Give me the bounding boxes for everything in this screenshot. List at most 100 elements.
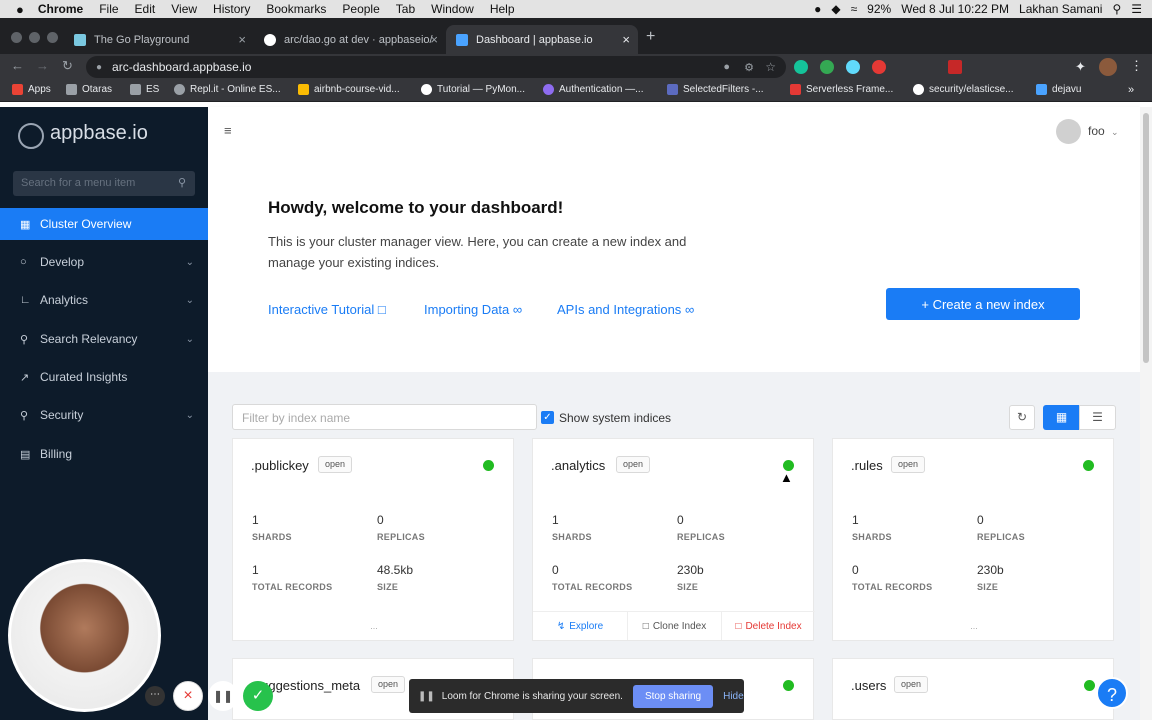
menu-tab[interactable]: Tab: [396, 2, 415, 16]
webcam-bubble[interactable]: [8, 559, 161, 712]
mic-icon[interactable]: ●: [723, 61, 730, 73]
explore-button[interactable]: ↯ Explore: [533, 611, 627, 640]
close-tab-icon[interactable]: ×: [238, 32, 246, 47]
clock-text[interactable]: Wed 8 Jul 10:22 PM: [901, 2, 1009, 16]
list-view-button[interactable]: ☰: [1079, 405, 1116, 430]
menu-edit[interactable]: Edit: [135, 2, 156, 16]
delete-index-button[interactable]: □ Delete Index: [721, 611, 815, 640]
index-card-analytics[interactable]: .analytics open 1 SHARDS 0 REPLICAS 0 TO…: [532, 438, 815, 641]
menu-window[interactable]: Window: [431, 2, 474, 16]
adblock-icon[interactable]: [948, 60, 962, 74]
stop-sharing-button[interactable]: Stop sharing: [632, 684, 714, 708]
sidebar-item-cluster-overview[interactable]: ▦ Cluster Overview: [0, 208, 208, 240]
reload-icon[interactable]: ↻: [62, 58, 73, 74]
help-button[interactable]: ?: [1096, 677, 1128, 709]
sidebar-item-billing[interactable]: ▤ Billing: [0, 438, 208, 470]
sidebar-item-develop[interactable]: ○ Develop ⌄: [0, 246, 208, 278]
grid-view-button[interactable]: ▦: [1043, 405, 1080, 430]
extensions-puzzle-icon[interactable]: ✦: [1075, 59, 1086, 75]
menu-bookmarks[interactable]: Bookmarks: [266, 2, 326, 16]
replicas-value: 0: [977, 513, 984, 527]
extension-icon[interactable]: [820, 60, 834, 74]
sidebar-item-search-relevancy[interactable]: ⚲ Search Relevancy ⌄: [0, 323, 208, 355]
more-bookmarks-icon[interactable]: »: [1128, 84, 1134, 96]
sidebar-item-security[interactable]: ⚲ Security ⌄: [0, 399, 208, 431]
loom-finish-icon[interactable]: ✓: [243, 681, 273, 711]
index-filter-input[interactable]: Filter by index name: [232, 404, 537, 430]
window-close-button[interactable]: [11, 32, 22, 43]
forward-icon[interactable]: →: [36, 58, 49, 73]
menu-people[interactable]: People: [342, 2, 379, 16]
window-zoom-button[interactable]: [47, 32, 58, 43]
apis-integrations-link[interactable]: APIs and Integrations ∞: [557, 302, 694, 317]
dropbox-icon[interactable]: ◆: [831, 2, 840, 16]
user-menu[interactable]: foo ⌄: [1088, 124, 1119, 138]
new-tab-button[interactable]: +: [646, 28, 655, 46]
user-name-text[interactable]: Lakhan Samani: [1019, 2, 1102, 16]
index-card-publickey[interactable]: .publickey open 1 SHARDS 0 REPLICAS 1 TO…: [232, 438, 514, 641]
scrollbar-thumb[interactable]: [1143, 113, 1149, 363]
bookmark-apps[interactable]: Apps: [12, 84, 51, 95]
wifi-icon[interactable]: ≈: [851, 2, 858, 16]
tab-github[interactable]: arc/dao.go at dev · appbaseio/ ×: [254, 25, 446, 54]
drag-handle-icon[interactable]: ❚❚: [418, 691, 435, 702]
bookmark-selectedfilters[interactable]: SelectedFilters -...: [667, 84, 764, 95]
loom-pause-icon[interactable]: ❚❚: [208, 681, 238, 711]
star-icon[interactable]: ☆: [765, 60, 776, 74]
close-tab-icon[interactable]: ×: [430, 32, 438, 47]
clone-index-button[interactable]: □ Clone Index: [627, 611, 721, 640]
refresh-button[interactable]: ↻: [1009, 405, 1035, 430]
search-icon: ⚲: [177, 177, 186, 189]
sidebar-item-analytics[interactable]: ∟ Analytics ⌄: [0, 284, 208, 316]
replicas-value: 0: [377, 513, 384, 527]
chrome-menu-icon[interactable]: ⋮: [1130, 58, 1143, 74]
bookmark-es[interactable]: ES: [130, 84, 159, 95]
bookmark-authentication[interactable]: Authentication —...: [543, 84, 644, 95]
hide-button[interactable]: Hide: [723, 691, 744, 702]
app-menu[interactable]: Chrome: [38, 2, 83, 16]
bookmark-airbnb[interactable]: airbnb-course-vid...: [298, 84, 400, 95]
grammarly-icon[interactable]: [794, 60, 808, 74]
bookmark-serverless[interactable]: Serverless Frame...: [790, 84, 893, 95]
sidebar-item-curated-insights[interactable]: ↗ Curated Insights: [0, 361, 208, 393]
back-icon[interactable]: ←: [11, 58, 24, 73]
loom-cancel-icon[interactable]: ×: [173, 681, 203, 711]
sidebar-search-input[interactable]: Search for a menu item ⚲: [13, 171, 195, 196]
records-label: TOTAL RECORDS: [852, 582, 933, 592]
create-index-button[interactable]: + Create a new index: [886, 288, 1080, 320]
menu-help[interactable]: Help: [490, 2, 515, 16]
index-name: .users: [851, 678, 887, 693]
index-card-users[interactable]: .users open: [832, 658, 1114, 720]
user-avatar[interactable]: [1056, 119, 1081, 144]
menu-file[interactable]: File: [99, 2, 118, 16]
bookmark-dejavu[interactable]: dejavu: [1036, 84, 1081, 95]
bookmark-replit[interactable]: Repl.it - Online ES...: [174, 84, 281, 95]
loom-more-icon[interactable]: ⋯: [145, 686, 165, 706]
bookmark-otaras[interactable]: Otaras: [66, 84, 112, 95]
menu-history[interactable]: History: [213, 2, 250, 16]
battery-text[interactable]: 92%: [867, 2, 891, 16]
tab-go-playground[interactable]: The Go Playground ×: [64, 25, 254, 54]
power-icon[interactable]: [872, 60, 886, 74]
close-tab-icon[interactable]: ×: [622, 32, 630, 47]
key-icon[interactable]: ⚙: [744, 61, 754, 74]
apple-menu-icon[interactable]: ●: [16, 2, 24, 17]
react-devtools-icon[interactable]: [846, 60, 860, 74]
menu-view[interactable]: View: [171, 2, 197, 16]
interactive-tutorial-link[interactable]: Interactive Tutorial □: [268, 302, 386, 317]
index-card-rules[interactable]: .rules open 1 SHARDS 0 REPLICAS 0 TOTAL …: [832, 438, 1114, 641]
tab-dashboard[interactable]: Dashboard | appbase.io ×: [446, 25, 638, 54]
window-minimize-button[interactable]: [29, 32, 40, 43]
importing-data-link[interactable]: Importing Data ∞: [424, 302, 522, 317]
control-center-icon[interactable]: ☰: [1131, 2, 1142, 16]
profile-avatar[interactable]: [1099, 58, 1117, 76]
microphone-icon[interactable]: ●: [814, 2, 821, 16]
bookmark-security[interactable]: security/elasticse...: [913, 84, 1013, 95]
menu-toggle-icon[interactable]: ≡: [224, 123, 232, 138]
page-scrollbar[interactable]: [1140, 107, 1152, 720]
system-indices-label: Show system indices: [559, 411, 672, 425]
system-indices-checkbox[interactable]: ✓: [541, 411, 554, 424]
address-bar[interactable]: ● arc-dashboard.appbase.io ● ⚙ ☆: [86, 56, 786, 78]
spotlight-icon[interactable]: ⚲: [1112, 2, 1121, 16]
bookmark-pymongo[interactable]: Tutorial — PyMon...: [421, 84, 525, 95]
